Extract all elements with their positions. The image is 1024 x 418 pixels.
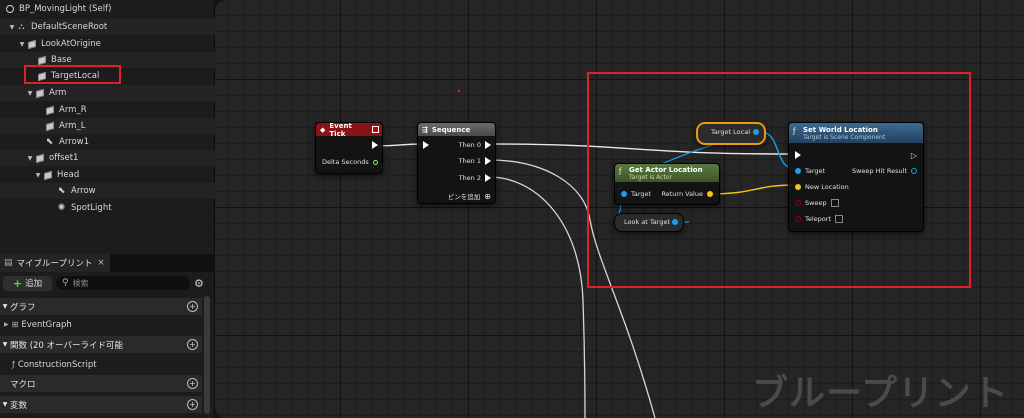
event-icon: ◆ <box>320 125 326 134</box>
component-cube-icon <box>34 153 45 163</box>
component-cube-icon <box>44 105 55 115</box>
tree-item-label: Arrow <box>71 186 96 196</box>
pin-delta-seconds[interactable]: Delta Seconds <box>322 158 378 166</box>
add-variable-icon[interactable]: + <box>187 399 198 410</box>
arrow-component-icon: ⬉ <box>45 137 54 147</box>
left-panel: BP_MovingLight (Self) ▼ ⛬ DefaultSceneRo… <box>0 0 268 418</box>
gear-icon[interactable]: ⚙ <box>194 277 204 290</box>
tree-item-label: Arm <box>49 88 67 98</box>
expand-arrow-icon[interactable]: ▼ <box>8 24 16 31</box>
node-title: Sequence <box>431 125 471 134</box>
component-cube-icon <box>34 88 45 98</box>
close-tab-icon[interactable]: × <box>98 258 105 268</box>
tab-label: マイブループリント <box>16 259 93 269</box>
expand-arrow-icon[interactable]: ▼ <box>18 41 26 48</box>
reroute-dot <box>457 89 461 93</box>
add-graph-icon[interactable]: + <box>187 301 198 312</box>
node-event-tick[interactable]: ◆ Event Tick Delta Seconds <box>315 122 383 174</box>
component-cube-icon <box>44 121 55 131</box>
tree-item-label: Arrow1 <box>59 137 90 147</box>
component-cube-icon <box>42 170 53 180</box>
my-blueprint-toolbar: + 追加 ⚲ 検索 ⚙ <box>0 273 212 293</box>
add-button[interactable]: + 追加 <box>3 275 52 291</box>
item-label: ConstructionScript <box>17 359 97 370</box>
target-local-highlight <box>24 65 121 84</box>
node-header: ◆ Event Tick <box>316 122 382 138</box>
plus-icon: + <box>12 276 23 290</box>
tree-item-label: Arm_L <box>59 121 86 131</box>
pin-then-1[interactable]: Then 1 <box>459 157 491 165</box>
category-label: 変数 <box>10 400 28 411</box>
scrollbar[interactable] <box>204 296 210 414</box>
component-cube-icon <box>36 55 47 65</box>
tree-root-label: BP_MovingLight (Self) <box>19 4 112 14</box>
expand-arrow-icon[interactable]: ▼ <box>34 172 42 179</box>
tree-item-default-scene-root[interactable]: ▼ ⛬ DefaultSceneRoot <box>0 19 220 35</box>
tree-item-label: SpotLight <box>71 203 112 213</box>
expand-arrow-icon[interactable]: ▼ <box>26 155 34 162</box>
add-pin-icon: ⊕ <box>484 191 491 201</box>
tree-item-offset1[interactable]: ▼ offset1 <box>0 150 238 166</box>
tree-item-label: Arm_R <box>59 105 87 115</box>
collapse-arrow-icon[interactable]: ▼ <box>0 401 10 408</box>
highlight-frame <box>587 72 971 288</box>
tree-item-arm[interactable]: ▼ Arm <box>0 85 238 101</box>
float-pin-icon[interactable] <box>372 159 378 165</box>
graph-watermark: ブループリント <box>752 373 1009 414</box>
arrow-component-icon: ⬉ <box>57 186 66 196</box>
add-button-label: 追加 <box>25 279 43 289</box>
category-variables[interactable]: ▼ 変数 + <box>0 396 202 413</box>
graph-icon: ⊞ <box>11 320 19 329</box>
delegate-pin-icon[interactable] <box>372 126 379 133</box>
pin-then-0[interactable]: Then 0 <box>459 141 491 149</box>
tree-item-look-at-origine[interactable]: ▼ LookAtOrigine <box>0 36 230 52</box>
exec-wire-then2 <box>488 176 586 418</box>
blueprint-graph[interactable]: ◆ Event Tick Delta Seconds ⇶ Sequence Th… <box>215 0 1024 418</box>
category-graph[interactable]: ▼ グラフ + <box>0 298 202 315</box>
add-macro-icon[interactable]: + <box>187 378 198 389</box>
blueprint-self-icon <box>4 5 15 14</box>
add-pin-button[interactable]: ピンを追加 ⊕ <box>448 191 491 202</box>
collapse-arrow-icon[interactable]: ▼ <box>0 341 10 348</box>
collapse-arrow-icon[interactable]: ▼ <box>0 303 10 310</box>
component-cube-icon <box>26 39 37 49</box>
item-label: EventGraph <box>21 319 72 330</box>
expand-arrow-icon[interactable]: ▼ <box>26 90 34 97</box>
category-label: マクロ <box>10 379 36 390</box>
add-function-icon[interactable]: + <box>187 339 198 350</box>
category-functions[interactable]: ▼ 関数 (20 オーバーライド可能 + <box>0 336 202 353</box>
tree-item-label: DefaultSceneRoot <box>31 22 108 32</box>
category-macros[interactable]: マクロ + <box>0 375 202 392</box>
pin-then-2[interactable]: Then 2 <box>459 174 491 182</box>
category-label: 関数 (20 オーバーライド可能 <box>10 340 123 351</box>
tab-my-blueprint[interactable]: ▤ マイブループリント × <box>0 254 110 272</box>
tree-item-label: LookAtOrigine <box>41 39 101 49</box>
exec-out-pin[interactable] <box>372 141 378 149</box>
exec-in-pin[interactable] <box>423 141 429 149</box>
function-icon: ƒ <box>12 360 15 369</box>
node-header: ⇶ Sequence <box>418 123 495 136</box>
search-input[interactable]: ⚲ 検索 <box>56 276 190 290</box>
tree-root[interactable]: BP_MovingLight (Self) <box>0 1 212 17</box>
search-icon: ⚲ <box>62 278 69 288</box>
item-event-graph[interactable]: ▶ ⊞ EventGraph <box>0 316 206 333</box>
exec-wire-tick-to-sequence <box>375 143 424 147</box>
node-sequence[interactable]: ⇶ Sequence Then 0 Then 1 Then 2 ピンを追加 ⊕ <box>417 122 496 204</box>
node-title: Event Tick <box>329 122 352 138</box>
category-label: グラフ <box>10 302 36 313</box>
tab-strip <box>110 254 214 272</box>
tree-item-label: Base <box>51 55 72 65</box>
spotlight-icon: ✺ <box>57 203 66 213</box>
book-icon: ▤ <box>4 258 13 268</box>
search-placeholder: 検索 <box>72 278 89 288</box>
tree-item-head[interactable]: ▼ Head <box>0 167 246 183</box>
expand-arrow-icon[interactable]: ▶ <box>4 321 9 328</box>
tree-item-label: offset1 <box>49 153 79 163</box>
item-construction-script[interactable]: ƒ ConstructionScript <box>0 356 214 373</box>
tree-item-label: Head <box>57 170 80 180</box>
sequence-icon: ⇶ <box>422 125 428 134</box>
scene-root-icon: ⛬ <box>18 22 25 32</box>
